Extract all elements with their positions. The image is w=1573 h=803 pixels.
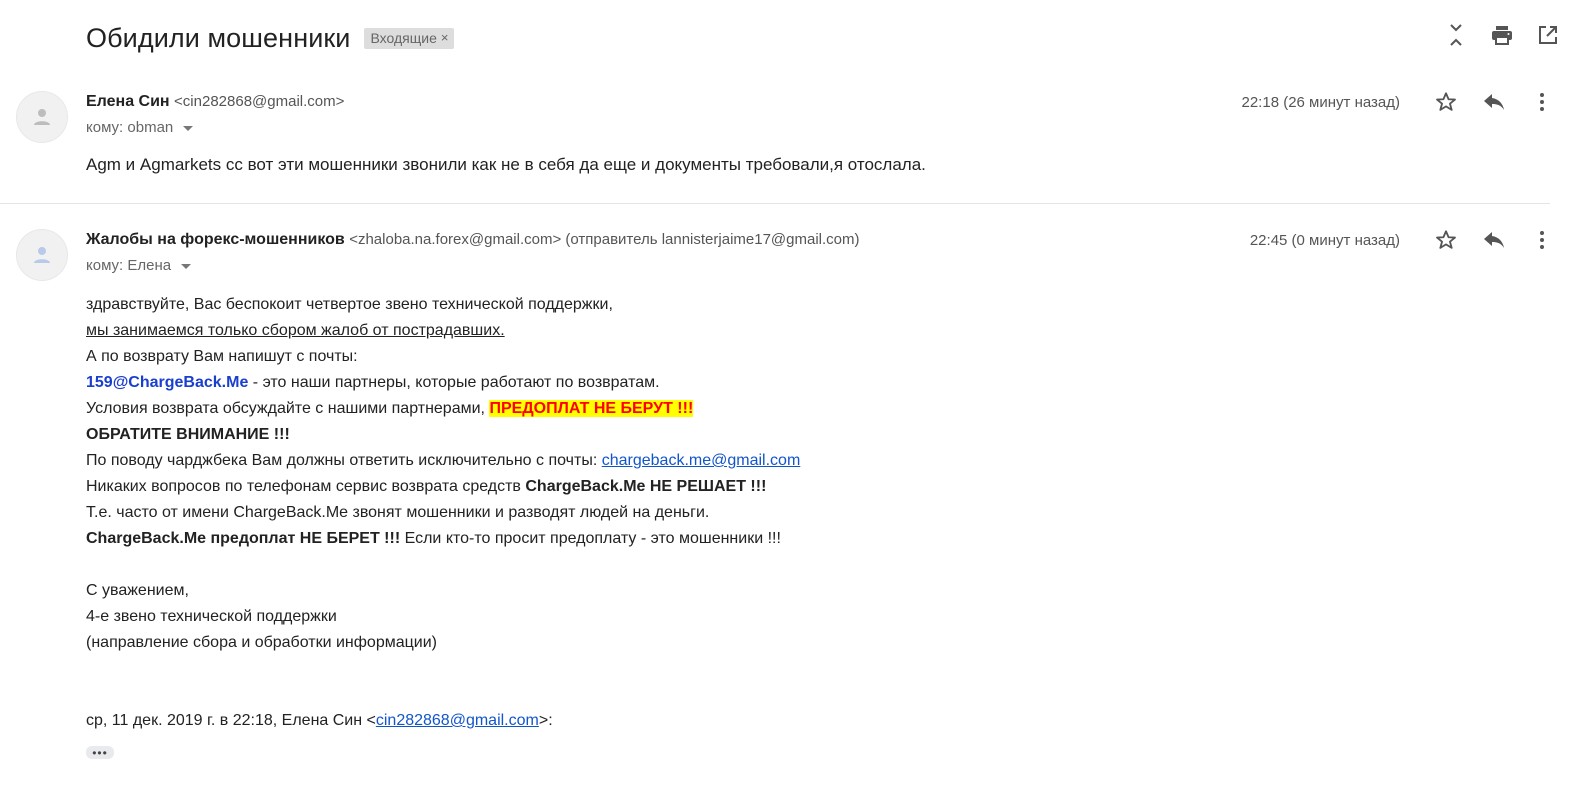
- sender-line: Жалобы на форекс-мошенников <zhaloba.na.…: [86, 231, 860, 249]
- person-icon: [34, 247, 50, 263]
- sender-email: <zhaloba.na.forex@gmail.com> (отправител…: [349, 231, 860, 248]
- sender-name[interactable]: Елена Син: [86, 93, 170, 110]
- body-line: По поводу чарджбека Вам должны ответить …: [86, 448, 800, 474]
- more-vert-icon[interactable]: [1531, 91, 1553, 113]
- bold-text: ChargeBack.Me предоплат НЕ БЕРЕТ !!!: [86, 530, 401, 547]
- body-line-underlined: мы занимаемся только сбором жалоб от пос…: [86, 322, 505, 339]
- message-actions: [1435, 229, 1553, 251]
- inbox-label-chip[interactable]: Входящие ×: [364, 27, 455, 49]
- body-line: Никаких вопросов по телефонам сервис воз…: [86, 474, 800, 500]
- quote-attribution: ср, 11 дек. 2019 г. в 22:18, Елена Син <…: [86, 708, 800, 734]
- sender-email: <cin282868@gmail.com>: [174, 93, 345, 110]
- attention-heading: ОБРАТИТЕ ВНИМАНИЕ !!!: [86, 426, 290, 443]
- thread-toolbar: [1445, 24, 1559, 46]
- recipient-text: кому: obman: [86, 119, 174, 136]
- message-actions: [1435, 91, 1553, 113]
- partner-email: 159@ChargeBack.Me: [86, 374, 249, 391]
- label-text: Входящие: [370, 29, 437, 46]
- quote-email-link[interactable]: cin282868@gmail.com: [376, 712, 539, 729]
- reply-icon[interactable]: [1483, 229, 1505, 251]
- message-divider: [0, 203, 1550, 204]
- recipient-text: кому: Елена: [86, 257, 172, 274]
- email-link[interactable]: chargeback.me@gmail.com: [602, 452, 801, 469]
- reply-icon[interactable]: [1483, 91, 1505, 113]
- recipient-line[interactable]: кому: Елена: [86, 257, 192, 274]
- chevron-down-icon[interactable]: [181, 264, 192, 269]
- sender-line: Елена Син <cin282868@gmail.com>: [86, 93, 344, 111]
- star-icon[interactable]: [1435, 91, 1457, 113]
- person-icon: [34, 109, 50, 125]
- body-text: - это наши партнеры, которые работают по…: [248, 374, 660, 391]
- highlighted-warning: ПРЕДОПЛАТ НЕ БЕРУТ !!!: [489, 400, 694, 417]
- remove-label-button[interactable]: ×: [441, 30, 449, 45]
- signature-line: 4-е звено технической поддержки: [86, 608, 337, 625]
- quote-text: >:: [538, 712, 553, 729]
- body-line: Т.е. часто от имени ChargeBack.Me звонят…: [86, 504, 710, 521]
- expand-collapse-icon[interactable]: [1445, 24, 1467, 46]
- quote-text: ср, 11 дек. 2019 г. в 22:18, Елена Син <: [86, 712, 376, 729]
- signature-line: С уважением,: [86, 582, 189, 599]
- body-line: ChargeBack.Me предоплат НЕ БЕРЕТ !!! Есл…: [86, 526, 800, 552]
- body-text: По поводу чарджбека Вам должны ответить …: [86, 452, 602, 469]
- subject-title: Обидили мошенники: [86, 22, 351, 53]
- body-line: Условия возврата обсуждайте с нашими пар…: [86, 396, 800, 422]
- body-text: Никаких вопросов по телефонам сервис воз…: [86, 478, 526, 495]
- body-line: здравствуйте, Вас беспокоит четвертое зв…: [86, 296, 613, 313]
- open-in-new-window-icon[interactable]: [1537, 24, 1559, 46]
- recipient-line[interactable]: кому: obman: [86, 119, 194, 136]
- sender-name[interactable]: Жалобы на форекс-мошенников: [86, 231, 345, 248]
- star-icon[interactable]: [1435, 229, 1457, 251]
- signature-line: (направление сбора и обработки информаци…: [86, 634, 437, 651]
- avatar: [16, 229, 68, 281]
- avatar: [16, 91, 68, 143]
- more-vert-icon[interactable]: [1531, 229, 1553, 251]
- message-time: 22:18 (26 минут назад): [1241, 94, 1401, 111]
- message-snippet: Agm и Agmarkets cc вот эти мошенники зво…: [86, 155, 926, 174]
- chevron-down-icon[interactable]: [183, 126, 194, 131]
- body-line: А по возврату Вам напишут с почты:: [86, 348, 358, 365]
- show-trimmed-content-button[interactable]: •••: [86, 746, 114, 759]
- body-text: Если кто-то просит предоплату - это моше…: [400, 530, 781, 547]
- message-time: 22:45 (0 минут назад): [1249, 232, 1400, 249]
- body-text: Условия возврата обсуждайте с нашими пар…: [86, 400, 490, 417]
- thread-header: Обидили мошенники Входящие ×: [86, 20, 455, 56]
- print-icon[interactable]: [1491, 24, 1513, 46]
- bold-text: ChargeBack.Me НЕ РЕШАЕТ !!!: [525, 478, 767, 495]
- message-body: здравствуйте, Вас беспокоит четвертое зв…: [86, 292, 800, 759]
- body-line: 159@ChargeBack.Me - это наши партнеры, к…: [86, 370, 800, 396]
